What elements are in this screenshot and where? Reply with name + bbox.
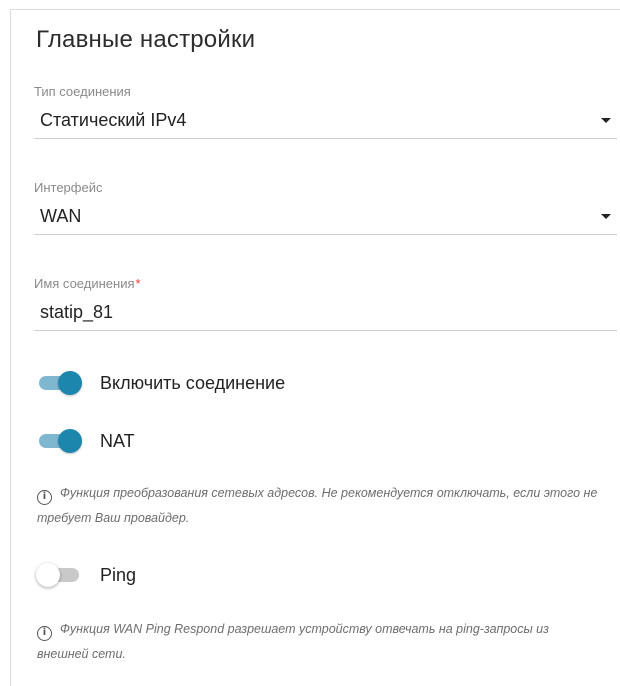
ping-label: Ping	[100, 564, 137, 585]
ping-row: Ping	[36, 560, 136, 590]
interface-select[interactable]: Интерфейс WAN	[34, 180, 617, 235]
toggle-knob	[58, 429, 82, 453]
toggle-knob	[58, 371, 82, 395]
enable-connection-toggle[interactable]	[36, 368, 84, 398]
enable-connection-label: Включить соединение	[100, 372, 286, 393]
interface-control[interactable]: WAN	[34, 204, 617, 235]
info-icon: i	[37, 490, 52, 505]
nat-row: NAT	[36, 426, 135, 456]
connection-type-value: Статический IPv4	[40, 110, 187, 130]
toggle-knob	[36, 563, 60, 587]
connection-name-value: statip_81	[40, 302, 114, 322]
connection-type-label: Тип соединения	[34, 84, 131, 99]
ping-hint-text: Функция WAN Ping Respond разрешает устро…	[37, 622, 549, 661]
ping-toggle[interactable]	[36, 560, 84, 590]
main-settings-panel: Главные настройки Тип соединения Статиче…	[10, 9, 620, 686]
enable-connection-row: Включить соединение	[36, 368, 285, 398]
nat-hint-text: Функция преобразования сетевых адресов. …	[37, 486, 598, 525]
interface-label: Интерфейс	[34, 180, 103, 195]
connection-name-field[interactable]: Имя соединения* statip_81	[34, 276, 617, 331]
nat-label: NAT	[100, 430, 135, 451]
interface-value: WAN	[40, 206, 82, 226]
nat-toggle[interactable]	[36, 426, 84, 456]
required-mark: *	[135, 276, 141, 291]
info-icon: i	[37, 626, 52, 641]
chevron-down-icon[interactable]	[601, 214, 611, 219]
connection-type-control[interactable]: Статический IPv4	[34, 108, 617, 139]
connection-name-input[interactable]: statip_81	[34, 300, 617, 331]
connection-name-label: Имя соединения*	[34, 276, 617, 294]
section-title: Главные настройки	[36, 26, 256, 53]
connection-type-select[interactable]: Тип соединения Статический IPv4	[34, 84, 617, 139]
connection-name-label-text: Имя соединения	[34, 276, 135, 291]
ping-hint: i Функция WAN Ping Respond разрешает устр…	[37, 617, 577, 667]
nat-hint: i Функция преобразования сетевых адресов.…	[37, 481, 611, 531]
chevron-down-icon[interactable]	[601, 118, 611, 123]
